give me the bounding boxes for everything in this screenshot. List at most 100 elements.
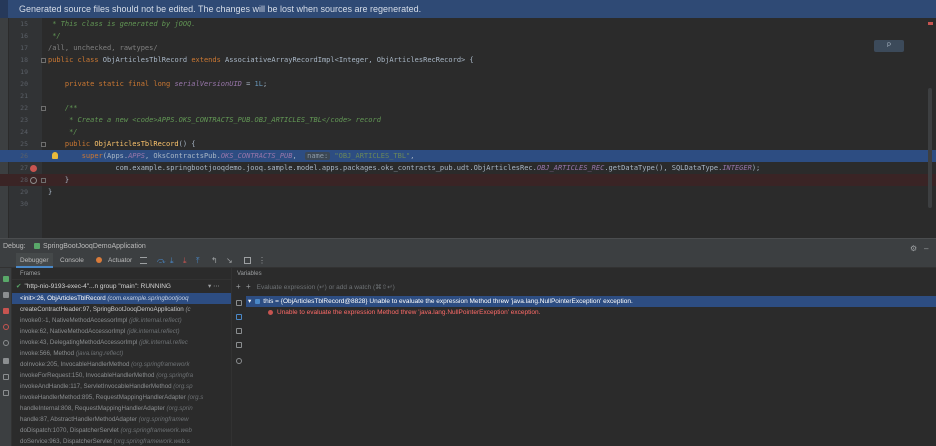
code-token: } [48, 176, 70, 184]
evaluate-expression-input[interactable]: + Evaluate expression (↵) or add a watch … [246, 280, 936, 294]
fold-icon[interactable] [41, 57, 46, 63]
frame-package: (org.springframework.web.s [113, 438, 190, 445]
code-token: private static final long [48, 80, 175, 88]
tab-actuator[interactable]: Actuator [104, 253, 136, 268]
layout-icon[interactable] [140, 257, 147, 264]
code-line[interactable]: 29} [0, 186, 936, 198]
stack-frame-item[interactable]: doService:963, DispatcherServlet (org.sp… [12, 436, 231, 446]
debug-title-bar: Debug: SpringBootJooqDemoApplication ⚙ – [0, 238, 936, 253]
code-line[interactable]: 25 public ObjArticlesTblRecord() { [0, 138, 936, 150]
variable-this-row[interactable]: ▾ this = {ObjArticlesTblRecord@8828} Unab… [246, 296, 936, 307]
stack-frame-item[interactable]: invoke:43, DelegatingMethodAccessorImpl … [12, 337, 231, 348]
stack-frame-item[interactable]: invoke0:-1, NativeMethodAccessorImpl (jd… [12, 315, 231, 326]
code-line[interactable]: 16 */ [0, 30, 936, 42]
step-over-icon[interactable]: ⤼ [157, 257, 166, 265]
stack-frame-item[interactable]: invokeForRequest:150, InvocableHandlerMe… [12, 370, 231, 381]
tab-debugger[interactable]: Debugger [16, 253, 53, 268]
frame-method: doService:963, DispatcherServlet [20, 438, 114, 445]
frame-package: (jdk.internal.reflect) [129, 317, 182, 324]
stack-frame-item[interactable]: invoke:566, Method (java.lang.reflect) [12, 348, 231, 359]
drop-frame-icon[interactable]: ↰ [211, 257, 218, 265]
line-number: 28 [20, 176, 28, 184]
move-down-icon[interactable] [236, 328, 242, 334]
breakpoint-icon[interactable] [30, 164, 37, 172]
code-line[interactable]: 23 * Create a new <code>APPS.OKS_CONTRAC… [0, 114, 936, 126]
code-line[interactable]: 30 [0, 198, 936, 210]
fold-icon[interactable] [41, 177, 46, 183]
step-into-icon[interactable]: ⤓ [170, 257, 177, 265]
frame-package: (java.lang.reflect) [75, 350, 124, 357]
pin-icon[interactable] [3, 390, 9, 396]
code-line[interactable]: 22 /** [0, 102, 936, 114]
editor-scrollbar[interactable] [928, 88, 932, 208]
stack-frame-item[interactable]: invokeHandlerMethod:895, RequestMappingH… [12, 392, 231, 403]
code-line[interactable]: 28 } [0, 174, 936, 186]
error-stripe-mark[interactable] [928, 22, 933, 25]
line-number: 27 [20, 164, 28, 172]
stack-frame-item[interactable]: doDispatch:1070, DispatcherServlet (org.… [12, 425, 231, 436]
code-line[interactable]: 21 [0, 90, 936, 102]
stack-frame-item[interactable]: invokeAndHandle:117, ServletInvocableHan… [12, 381, 231, 392]
code-token: */ [48, 32, 61, 40]
camera-icon[interactable] [3, 358, 9, 364]
duplicate-watch-icon[interactable] [236, 342, 242, 348]
evaluate-placeholder: Evaluate expression (↵) or add a watch (… [256, 284, 395, 291]
remove-watch-icon[interactable] [236, 300, 242, 306]
fold-icon[interactable] [41, 141, 46, 147]
code-line[interactable]: 27 com.example.springbootjooqdemo.jooq.s… [0, 162, 936, 174]
tab-console[interactable]: Console [56, 253, 88, 268]
settings-icon[interactable] [3, 374, 9, 380]
code-line[interactable]: 19 [0, 66, 936, 78]
code-token: INTEGER [722, 164, 752, 172]
code-token: com.example.springbootjooqdemo.jooq.samp… [48, 164, 537, 172]
move-up-icon[interactable] [236, 314, 242, 320]
filter-icon[interactable]: ▾ ⋯ [208, 280, 220, 293]
force-step-into-icon[interactable]: ⤓ [183, 257, 190, 265]
stop-icon[interactable] [3, 308, 9, 314]
code-token: extends [191, 56, 226, 64]
line-number: 22 [20, 104, 28, 112]
field-icon [255, 298, 261, 304]
editor-inspection-badge[interactable]: P [874, 40, 904, 52]
code-line[interactable]: 18 public class ObjArticlesTblRecord exte… [0, 54, 936, 66]
code-line[interactable]: 24 */ [0, 126, 936, 138]
stack-frame-item[interactable]: createContractHeader:97, SpringBootJooqD… [12, 304, 231, 315]
glasses-icon[interactable] [236, 358, 242, 364]
stack-frame-item[interactable]: <init>:26, ObjArticlesTblRecord (com.exa… [12, 293, 231, 304]
view-breakpoints-icon[interactable] [3, 324, 9, 330]
mute-breakpoints-icon[interactable] [3, 340, 9, 346]
code-line[interactable]: 15 * This class is generated by jOOQ. [0, 18, 936, 30]
evaluate-icon[interactable] [244, 257, 251, 264]
debug-tabs: Debugger Console Actuator ⤼ ⤓ ⤓ ⤒ ↰ ↘ ⋮ [0, 253, 936, 268]
code-token: AssociativeArrayRecordImpl<Integer, ObjA… [225, 56, 474, 64]
code-line[interactable]: 20 private static final long serialVersi… [0, 78, 936, 90]
code-line[interactable]: 17/all, unchecked, rawtypes/ [0, 42, 936, 54]
thread-selector[interactable]: ✔ "http-nio-9193-exec-4"...n group "main"… [12, 280, 231, 293]
pause-icon[interactable] [3, 292, 9, 298]
stack-frame-item[interactable]: handle:87, AbstractHandlerMethodAdapter … [12, 414, 231, 425]
disabled-breakpoint-icon[interactable] [30, 176, 37, 184]
frame-package: (org.springframework [131, 361, 190, 368]
line-number: 21 [20, 92, 28, 100]
stack-frame-item[interactable]: handleInternal:808, RequestMappingHandle… [12, 403, 231, 414]
code-editor[interactable]: 15 * This class is generated by jOOQ. 16 … [0, 18, 936, 238]
fold-icon[interactable] [41, 105, 46, 111]
resume-icon[interactable] [3, 276, 9, 282]
code-token: ObjArticlesTblRecord [94, 140, 179, 148]
debug-actions-bar [0, 268, 12, 446]
add-watch-icon[interactable]: + [236, 283, 242, 291]
frame-method: invoke:43, DelegatingMethodAccessorImpl [20, 339, 140, 346]
stack-frame-item[interactable]: doInvoke:205, InvocableHandlerMethod (or… [12, 359, 231, 370]
frame-method: invokeAndHandle:117, ServletInvocableHan… [20, 383, 174, 390]
expand-chevron-icon[interactable]: ▾ [248, 298, 251, 305]
code-text: super(Apps.APPS, OksContractsPub.OKS_CON… [48, 150, 415, 162]
variable-error-row[interactable]: Unable to evaluate the expression Method… [246, 307, 936, 318]
frame-method: invoke:566, Method [20, 350, 76, 357]
code-line[interactable]: 26 super(Apps.APPS, OksContractsPub.OKS_… [0, 150, 936, 162]
more-icon[interactable]: ⋮ [258, 257, 266, 265]
debug-session-tab[interactable]: SpringBootJooqDemoApplication [34, 239, 146, 254]
run-to-cursor-icon[interactable]: ↘ [226, 257, 233, 265]
stack-frame-item[interactable]: invoke:62, NativeMethodAccessorImpl (jdk… [12, 326, 231, 337]
step-out-icon[interactable]: ⤒ [196, 257, 203, 265]
code-token: , OksContractsPub. [144, 152, 221, 160]
